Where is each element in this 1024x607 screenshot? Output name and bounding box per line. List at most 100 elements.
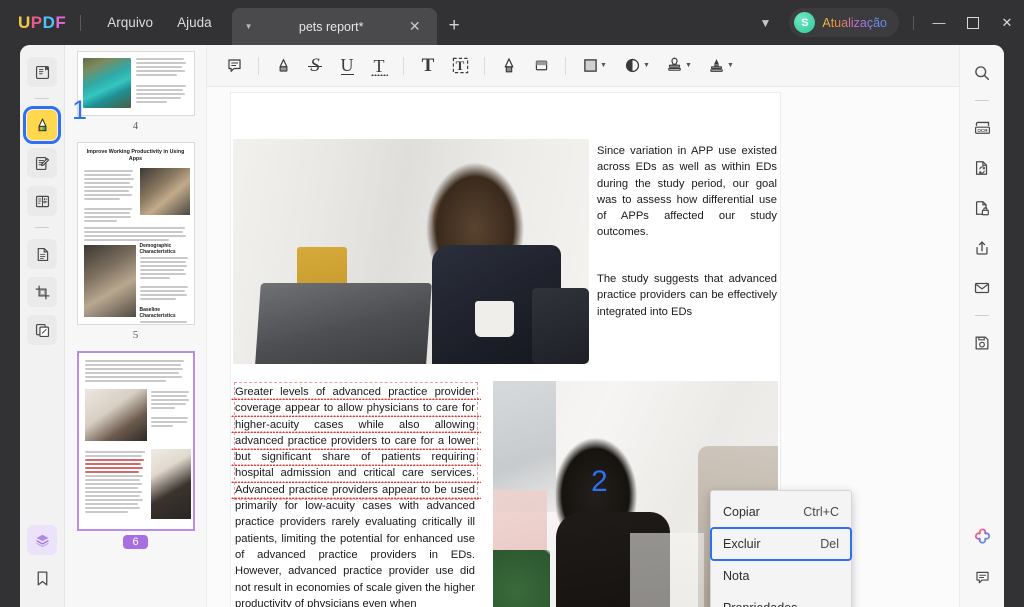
thumbnail-page-6[interactable]	[77, 351, 195, 531]
context-menu-item-excluir[interactable]: Excluir Del	[711, 528, 851, 560]
document-canvas[interactable]: Since variation in APP use existed acros…	[207, 87, 959, 607]
ink-caret-down-icon[interactable]: ▼	[643, 62, 650, 69]
stamp-tool-button[interactable]: ▼	[659, 52, 699, 80]
tab-title: pets report*	[264, 20, 399, 34]
right-item-convert[interactable]	[967, 153, 997, 183]
context-menu-item-propriedades[interactable]: Propriedades...	[711, 592, 851, 607]
squiggly-underline-icon: T	[374, 58, 385, 74]
thumbnail-page-5[interactable]: Improve Working Productivity in Using Ap…	[77, 142, 195, 325]
layers-icon	[34, 532, 51, 549]
shape-tool-button[interactable]: ▼	[575, 52, 615, 80]
tab-caret-down-icon[interactable]: ▼	[240, 18, 258, 35]
ink-drop-icon	[624, 57, 641, 74]
right-item-protect[interactable]	[967, 193, 997, 223]
shape-caret-down-icon[interactable]: ▼	[600, 62, 607, 69]
sidebar-item-bookmarks[interactable]	[27, 563, 57, 593]
sidebar-item-layers[interactable]	[27, 525, 57, 555]
form-icon	[34, 193, 51, 210]
updf-window: UPDF Arquivo Ajuda ▼ pets report* ✕ + ▼ …	[0, 0, 1024, 607]
maximize-button[interactable]	[956, 0, 990, 45]
right-item-email[interactable]	[967, 273, 997, 303]
tab-list-chevron-down-icon[interactable]: ▼	[747, 10, 783, 36]
rail-divider-2	[35, 227, 49, 228]
squiggly-annotation-region[interactable]: Greater levels of advanced practice prov…	[231, 381, 481, 607]
step-marker-2: 2	[591, 465, 608, 499]
minimize-button[interactable]: —	[922, 0, 956, 45]
share-upload-icon	[973, 239, 991, 257]
squiggly-line-2	[231, 414, 481, 417]
thumbnail-panel[interactable]: 4 Improve Working Productivity in Using …	[65, 45, 206, 607]
annotation-toolbar: S U T T T	[207, 45, 959, 87]
underline-tool-button[interactable]: U	[332, 52, 362, 80]
squiggly-line-1	[231, 397, 481, 400]
menu-arquivo[interactable]: Arquivo	[95, 11, 165, 34]
thumb5-title: Improve Working Productivity in Using Ap…	[86, 149, 186, 163]
window-divider	[913, 16, 914, 30]
thumbnail-page-4[interactable]	[77, 51, 195, 116]
title-bar: UPDF Arquivo Ajuda ▼ pets report* ✕ + ▼ …	[0, 0, 1024, 45]
rail-divider-1	[35, 98, 49, 99]
thumb6-top-right-text	[151, 389, 191, 429]
text-tool-button[interactable]: T	[413, 52, 443, 80]
pencil-icon	[501, 57, 517, 75]
squiggly-line-7	[231, 496, 481, 499]
context-menu-item-nota[interactable]: Nota	[711, 560, 851, 592]
eraser-icon	[533, 57, 550, 74]
thumb5-left-text	[84, 168, 136, 224]
toolbar-divider-4	[565, 57, 566, 75]
sidebar-item-crop[interactable]	[27, 277, 57, 307]
right-item-share[interactable]	[967, 233, 997, 263]
signature-caret-down-icon[interactable]: ▼	[727, 62, 734, 69]
text-box-tool-button[interactable]: T	[445, 52, 475, 80]
toolbar-divider-3	[484, 57, 485, 75]
logo-divider	[80, 15, 81, 31]
pencil-tool-button[interactable]	[494, 52, 524, 80]
thumbnail-number-4: 4	[133, 120, 139, 132]
sidebar-item-page-tools[interactable]	[27, 239, 57, 269]
thumb6-image-top	[85, 389, 147, 441]
close-window-button[interactable]: ✕	[990, 0, 1024, 45]
context-menu-label-nota: Nota	[723, 569, 749, 583]
right-item-search[interactable]	[967, 58, 997, 88]
toolbar-divider-1	[258, 57, 259, 75]
search-icon	[973, 64, 991, 82]
signature-tool-button[interactable]: ▼	[701, 52, 741, 80]
stamp-caret-down-icon[interactable]: ▼	[685, 62, 692, 69]
eraser-tool-button[interactable]	[526, 52, 556, 80]
user-avatar[interactable]: S	[794, 12, 815, 33]
squiggly-tool-button[interactable]: T	[364, 52, 394, 80]
update-button[interactable]: S Atualização	[789, 8, 899, 37]
context-menu-item-copiar[interactable]: Copiar Ctrl+C	[711, 496, 851, 528]
sidebar-item-form[interactable]	[27, 186, 57, 216]
tab-close-icon[interactable]: ✕	[403, 16, 427, 37]
sidebar-item-organize[interactable]	[27, 315, 57, 345]
highlight-tool-button[interactable]	[268, 52, 298, 80]
document-paragraph-1[interactable]: Since variation in APP use existed acros…	[597, 143, 777, 241]
right-item-ocr[interactable]: OCR	[967, 113, 997, 143]
sidebar-item-edit[interactable]	[27, 148, 57, 178]
thumb4-text	[136, 56, 189, 105]
comment-tool-button[interactable]	[219, 52, 249, 80]
right-item-save[interactable]	[967, 328, 997, 358]
square-shape-icon	[583, 58, 598, 73]
comment-bubble-icon	[974, 569, 991, 586]
document-paragraph-2[interactable]: The study suggests that advanced practic…	[597, 271, 777, 320]
right-item-ai-assistant[interactable]	[967, 522, 997, 552]
document-image-laughing-woman[interactable]	[233, 139, 589, 364]
sidebar-item-reader[interactable]	[27, 57, 57, 87]
annotation-context-menu[interactable]: Copiar Ctrl+C Excluir Del Nota Proprieda…	[710, 490, 852, 607]
strikethrough-tool-button[interactable]: S	[300, 52, 330, 80]
new-tab-button[interactable]: +	[437, 13, 472, 39]
sidebar-item-annotate[interactable]	[27, 110, 57, 140]
menu-ajuda[interactable]: Ajuda	[165, 11, 224, 34]
svg-text:OCR: OCR	[977, 127, 988, 132]
right-item-comments-panel[interactable]	[967, 562, 997, 592]
squiggly-line-5	[231, 463, 481, 466]
convert-icon	[973, 159, 991, 177]
pdf-page-6[interactable]: Since variation in APP use existed acros…	[231, 93, 780, 607]
thumb6-image-bottom	[151, 449, 191, 519]
document-tab[interactable]: ▼ pets report* ✕	[232, 8, 437, 45]
edit-document-icon	[34, 155, 51, 172]
squiggly-line-6	[231, 480, 481, 483]
ink-tool-button[interactable]: ▼	[617, 52, 657, 80]
